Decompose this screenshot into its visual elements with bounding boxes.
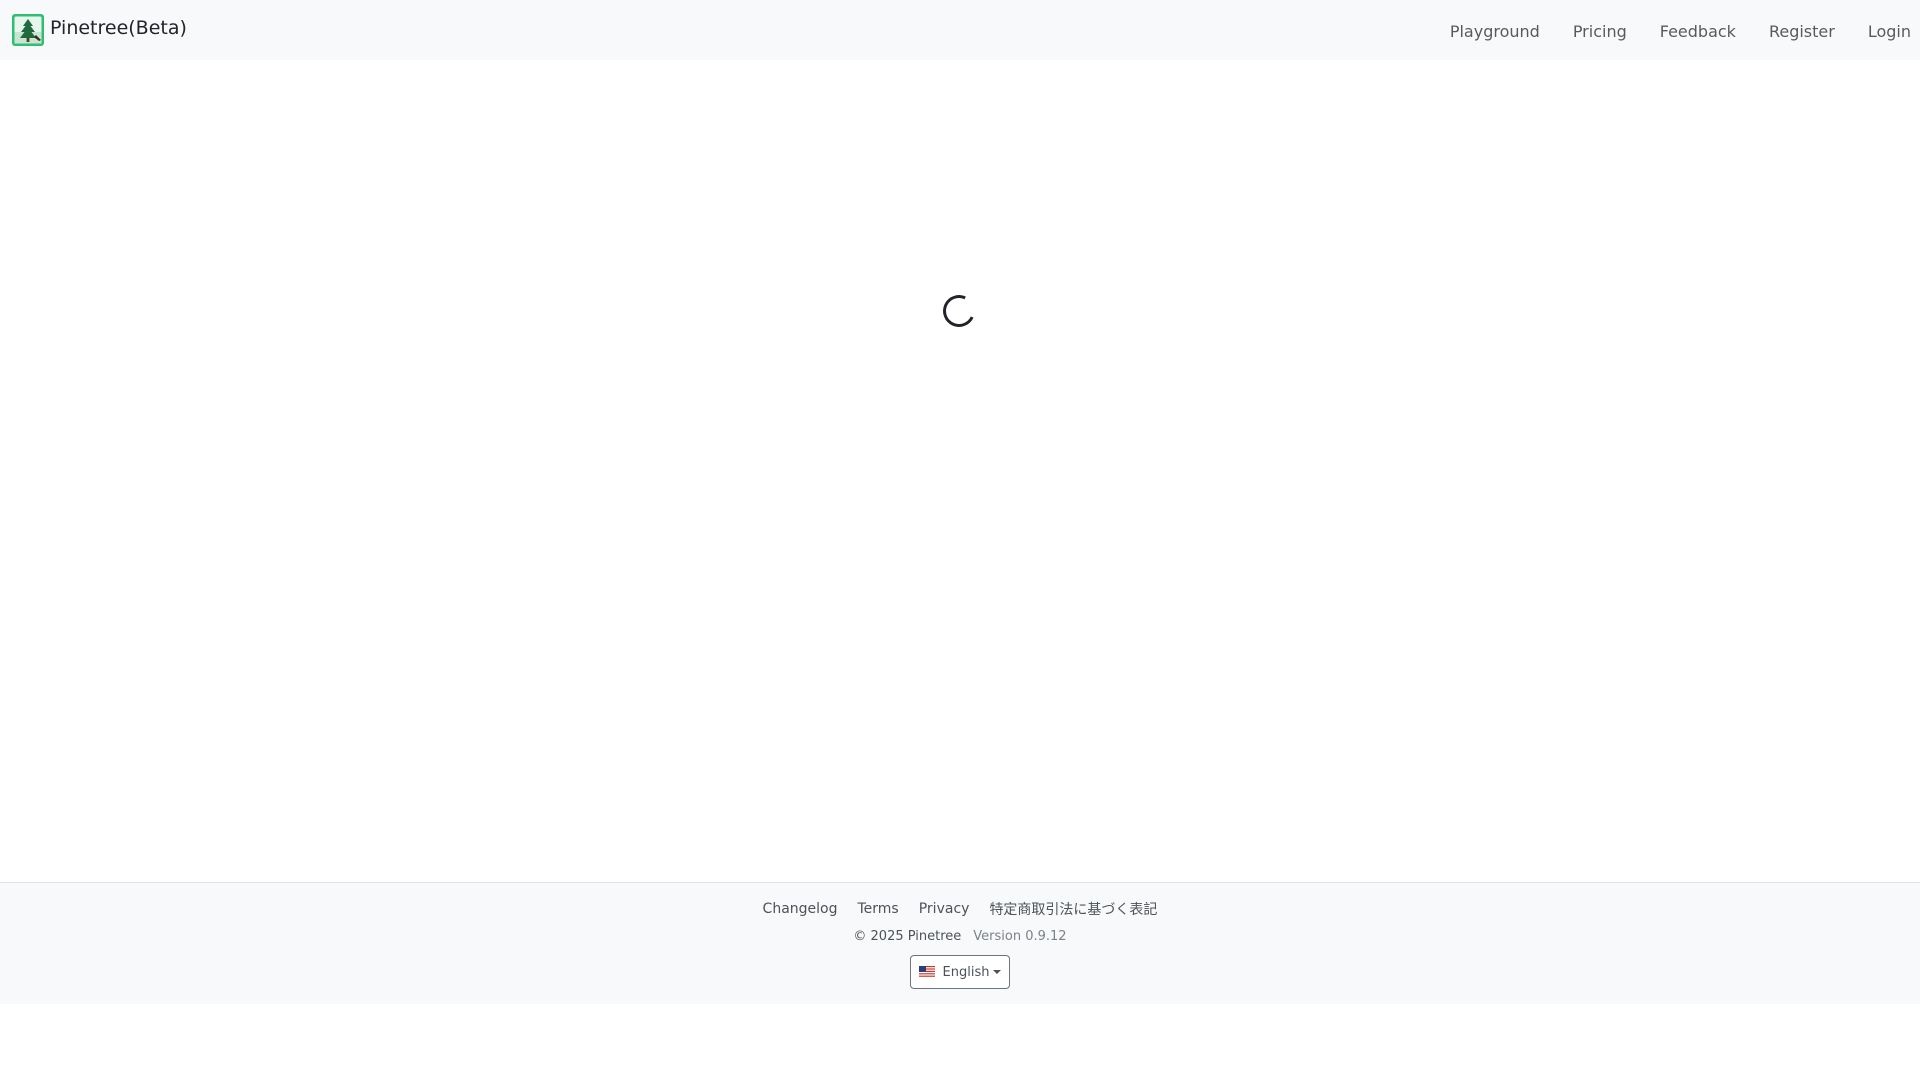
nav-link-playground[interactable]: Playground bbox=[1450, 14, 1540, 49]
footer-link-terms[interactable]: Terms bbox=[848, 901, 909, 917]
brand-link[interactable]: Pinetree(Beta) bbox=[12, 14, 187, 46]
nav-link-login[interactable]: Login bbox=[1868, 14, 1911, 49]
footer-link-legal-notice[interactable]: 特定商取引法に基づく表記 bbox=[979, 899, 1167, 919]
nav-links: Playground Pricing Feedback Register Log… bbox=[1450, 0, 1911, 60]
footer-link-changelog[interactable]: Changelog bbox=[753, 901, 848, 917]
copyright-text: © 2025 Pinetree bbox=[853, 929, 962, 944]
language-label: English bbox=[942, 964, 990, 980]
footer-link-privacy[interactable]: Privacy bbox=[909, 901, 980, 917]
nav-link-pricing[interactable]: Pricing bbox=[1573, 14, 1627, 49]
footer-links: Changelog Terms Privacy 特定商取引法に基づく表記 bbox=[0, 899, 1920, 919]
nav-link-feedback[interactable]: Feedback bbox=[1660, 14, 1736, 49]
language-dropdown-button[interactable]: English bbox=[909, 955, 1011, 989]
chevron-down-icon bbox=[993, 970, 1002, 974]
footer-meta: © 2025 Pinetree Version 0.9.12 bbox=[0, 929, 1920, 944]
page-footer: Changelog Terms Privacy 特定商取引法に基づく表記 © 2… bbox=[0, 882, 1920, 1004]
top-navbar: Pinetree(Beta) Playground Pricing Feedba… bbox=[0, 0, 1920, 60]
nav-link-register[interactable]: Register bbox=[1769, 14, 1835, 49]
version-text: Version 0.9.12 bbox=[973, 929, 1067, 944]
language-selector-wrap: English bbox=[0, 955, 1920, 989]
pinetree-logo-icon bbox=[12, 14, 44, 46]
us-flag-icon bbox=[918, 966, 935, 978]
brand-name: Pinetree(Beta) bbox=[50, 17, 187, 39]
loading-spinner-icon bbox=[938, 290, 980, 332]
